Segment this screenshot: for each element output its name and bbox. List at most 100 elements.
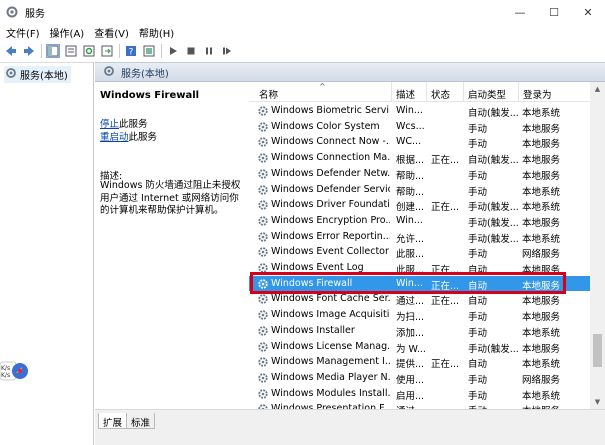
pane-header: 服务(本地) bbox=[95, 62, 605, 82]
service-description-cell: 帮助... bbox=[396, 186, 425, 198]
service-startup-type-cell: 手动(触发... bbox=[468, 233, 519, 245]
table-row[interactable]: Windows Event Log 此服... 正在... 自动 本地服务 bbox=[249, 260, 590, 276]
console-tree-icon[interactable] bbox=[46, 44, 60, 58]
refresh-icon[interactable] bbox=[82, 44, 96, 58]
service-startup-type-cell: 手动 bbox=[468, 123, 488, 135]
pane-header-label: 服务(本地) bbox=[121, 68, 169, 80]
restart-service-suffix: 此服务 bbox=[128, 132, 158, 143]
table-row[interactable]: Windows Modules Install... 启用... 手动 本地系统 bbox=[249, 386, 590, 402]
service-title: Windows Firewall bbox=[100, 90, 200, 101]
table-row[interactable]: Windows Media Player N... 使用... 手动 网络服务 bbox=[249, 370, 590, 386]
svg-text:K/s: K/s bbox=[1, 365, 10, 372]
service-startup-type-cell: 自动(触发... bbox=[468, 155, 519, 167]
service-status-cell: 正在... bbox=[431, 296, 460, 308]
maximize-button[interactable]: ☐ bbox=[537, 0, 571, 24]
restart-service-link[interactable]: 重启动 bbox=[100, 132, 129, 143]
table-row[interactable]: Windows Connect Now -... WC... 手动 本地服务 bbox=[249, 134, 590, 150]
help-icon[interactable]: ? bbox=[124, 44, 138, 58]
service-logon-cell: 本地服务 bbox=[522, 217, 561, 229]
table-row[interactable]: Windows Error Reportin... 允许... 手动(触发... 本地… bbox=[249, 229, 590, 245]
services-icon bbox=[103, 65, 115, 80]
table-row[interactable]: Windows Color System Wcs... 手动 本地服务 bbox=[249, 119, 590, 135]
service-name-cell: Windows Media Player N... bbox=[271, 371, 390, 383]
forward-arrow-icon[interactable] bbox=[22, 44, 36, 58]
close-button[interactable]: ✕ bbox=[571, 0, 605, 24]
service-description-cell: Win... bbox=[396, 214, 423, 226]
scrollbar-thumb[interactable] bbox=[593, 334, 602, 367]
service-startup-type-cell: 自动(触发... bbox=[468, 108, 519, 119]
service-gear-icon bbox=[257, 262, 269, 274]
mmc-icon[interactable] bbox=[142, 44, 156, 58]
svg-text:?: ? bbox=[129, 48, 134, 58]
scroll-down-icon[interactable]: ▼ bbox=[590, 395, 605, 409]
table-row[interactable]: Windows License Manag... 为 W... 手动(触发... 本地… bbox=[249, 339, 590, 355]
service-description-cell: Win... bbox=[396, 105, 423, 116]
service-gear-icon bbox=[257, 199, 269, 211]
service-description-cell: 根据... bbox=[396, 155, 425, 167]
table-row[interactable]: Windows Driver Foundati... 创建... 正在... 手动(触… bbox=[249, 197, 590, 213]
service-description-cell: Wcs... bbox=[396, 120, 425, 132]
service-name-cell: Windows Font Cache Ser... bbox=[271, 293, 390, 305]
table-row[interactable]: Windows Event Collector 此服... 手动 网络服务 bbox=[249, 244, 590, 260]
column-header-name[interactable]: 名称 bbox=[259, 87, 278, 101]
tab-extended[interactable]: 扩展 bbox=[98, 413, 128, 429]
service-logon-cell: 本地服务 bbox=[522, 296, 561, 308]
service-name-cell: Windows Encryption Pro... bbox=[271, 214, 390, 226]
back-arrow-icon[interactable] bbox=[4, 44, 18, 58]
scroll-up-icon[interactable]: ▲ bbox=[590, 82, 605, 96]
service-gear-icon bbox=[257, 278, 269, 290]
floating-network-widget[interactable]: K/s K/s bbox=[0, 360, 30, 382]
service-startup-type-cell: 手动(触发... bbox=[468, 343, 519, 355]
service-status-cell: 正在... bbox=[431, 280, 460, 292]
tree-item-services-local[interactable]: 服务(本地) bbox=[4, 66, 71, 83]
restart-icon[interactable] bbox=[220, 44, 234, 58]
column-header-description[interactable]: 描述 bbox=[391, 82, 415, 102]
list-header: 名称 ^ 描述 状态 启动类型 登录为 bbox=[249, 82, 590, 102]
table-row[interactable]: Windows Management I... 提供... 正在... 自动 本地系统 bbox=[249, 354, 590, 370]
service-startup-type-cell: 手动 bbox=[468, 374, 488, 386]
service-startup-type-cell: 手动(触发... bbox=[468, 202, 519, 214]
table-row[interactable]: Windows Encryption Pro... Win... 手动(触发... 本… bbox=[249, 213, 590, 229]
service-gear-icon bbox=[257, 341, 269, 353]
service-logon-cell: 本地服务 bbox=[522, 265, 561, 276]
column-header-status[interactable]: 状态 bbox=[426, 82, 450, 102]
menu-action[interactable]: 操作(A) bbox=[50, 25, 85, 40]
service-status-cell: 正在... bbox=[431, 359, 460, 371]
column-header-logon-as[interactable]: 登录为 bbox=[518, 82, 552, 102]
service-name-cell: Windows Defender Netw... bbox=[271, 167, 390, 179]
start-icon[interactable] bbox=[166, 44, 180, 58]
service-description-cell: 通过... bbox=[396, 296, 425, 308]
table-row[interactable]: Windows Firewall Win... 正在... 自动 本地服务 bbox=[249, 275, 590, 292]
service-name-cell: Windows Management I... bbox=[271, 356, 390, 368]
table-row[interactable]: Windows Defender Service 帮助... 手动 本地系统 bbox=[249, 182, 590, 198]
export-list-icon[interactable] bbox=[100, 44, 114, 58]
service-gear-icon bbox=[257, 215, 269, 227]
table-row[interactable]: Windows Biometric Servi... Win... 自动(触发...… bbox=[249, 103, 590, 119]
description-text: Windows 防火墙通过阻止未授权用户通过 Internet 或网络访问你的计… bbox=[100, 180, 241, 216]
sort-ascending-icon: ^ bbox=[319, 82, 326, 91]
service-logon-cell: 本地系统 bbox=[522, 186, 561, 198]
table-row[interactable]: Windows Font Cache Ser... 通过... 正在... 自动 本地服… bbox=[249, 291, 590, 307]
menu-file[interactable]: 文件(F) bbox=[6, 25, 40, 40]
service-startup-type-cell: 手动 bbox=[468, 327, 488, 339]
service-name-cell: Windows Error Reportin... bbox=[271, 230, 390, 242]
tab-standard[interactable]: 标准 bbox=[126, 413, 156, 429]
service-status-cell: 正在... bbox=[431, 202, 460, 214]
table-row[interactable]: Windows Installer 添加... 手动 本地系统 bbox=[249, 323, 590, 339]
pause-icon[interactable] bbox=[202, 44, 216, 58]
table-row[interactable]: Windows Connection Ma... 根据... 正在... 自动(触发.… bbox=[249, 150, 590, 166]
column-header-startup-type[interactable]: 启动类型 bbox=[463, 82, 506, 102]
menu-view[interactable]: 查看(V) bbox=[94, 25, 129, 40]
stop-service-line: 停止此服务 bbox=[100, 116, 148, 130]
vertical-scrollbar[interactable]: ▲ ▼ bbox=[590, 82, 605, 409]
menu-help[interactable]: 帮助(H) bbox=[139, 25, 174, 40]
properties-icon[interactable] bbox=[64, 44, 78, 58]
service-name-cell: Windows Installer bbox=[271, 324, 355, 336]
service-status-cell: 正在... bbox=[431, 265, 460, 276]
minimize-button[interactable]: — bbox=[503, 0, 537, 24]
view-tabs: 扩展 标准 bbox=[95, 409, 605, 445]
table-row[interactable]: Windows Image Acquisiti... 为扫... 手动 本地服务 bbox=[249, 307, 590, 323]
table-row[interactable]: Windows Presentation F...通过...手动本地服务 bbox=[249, 401, 590, 409]
table-row[interactable]: Windows Defender Netw... 帮助... 手动 本地服务 bbox=[249, 166, 590, 182]
stop-icon[interactable] bbox=[184, 44, 198, 58]
